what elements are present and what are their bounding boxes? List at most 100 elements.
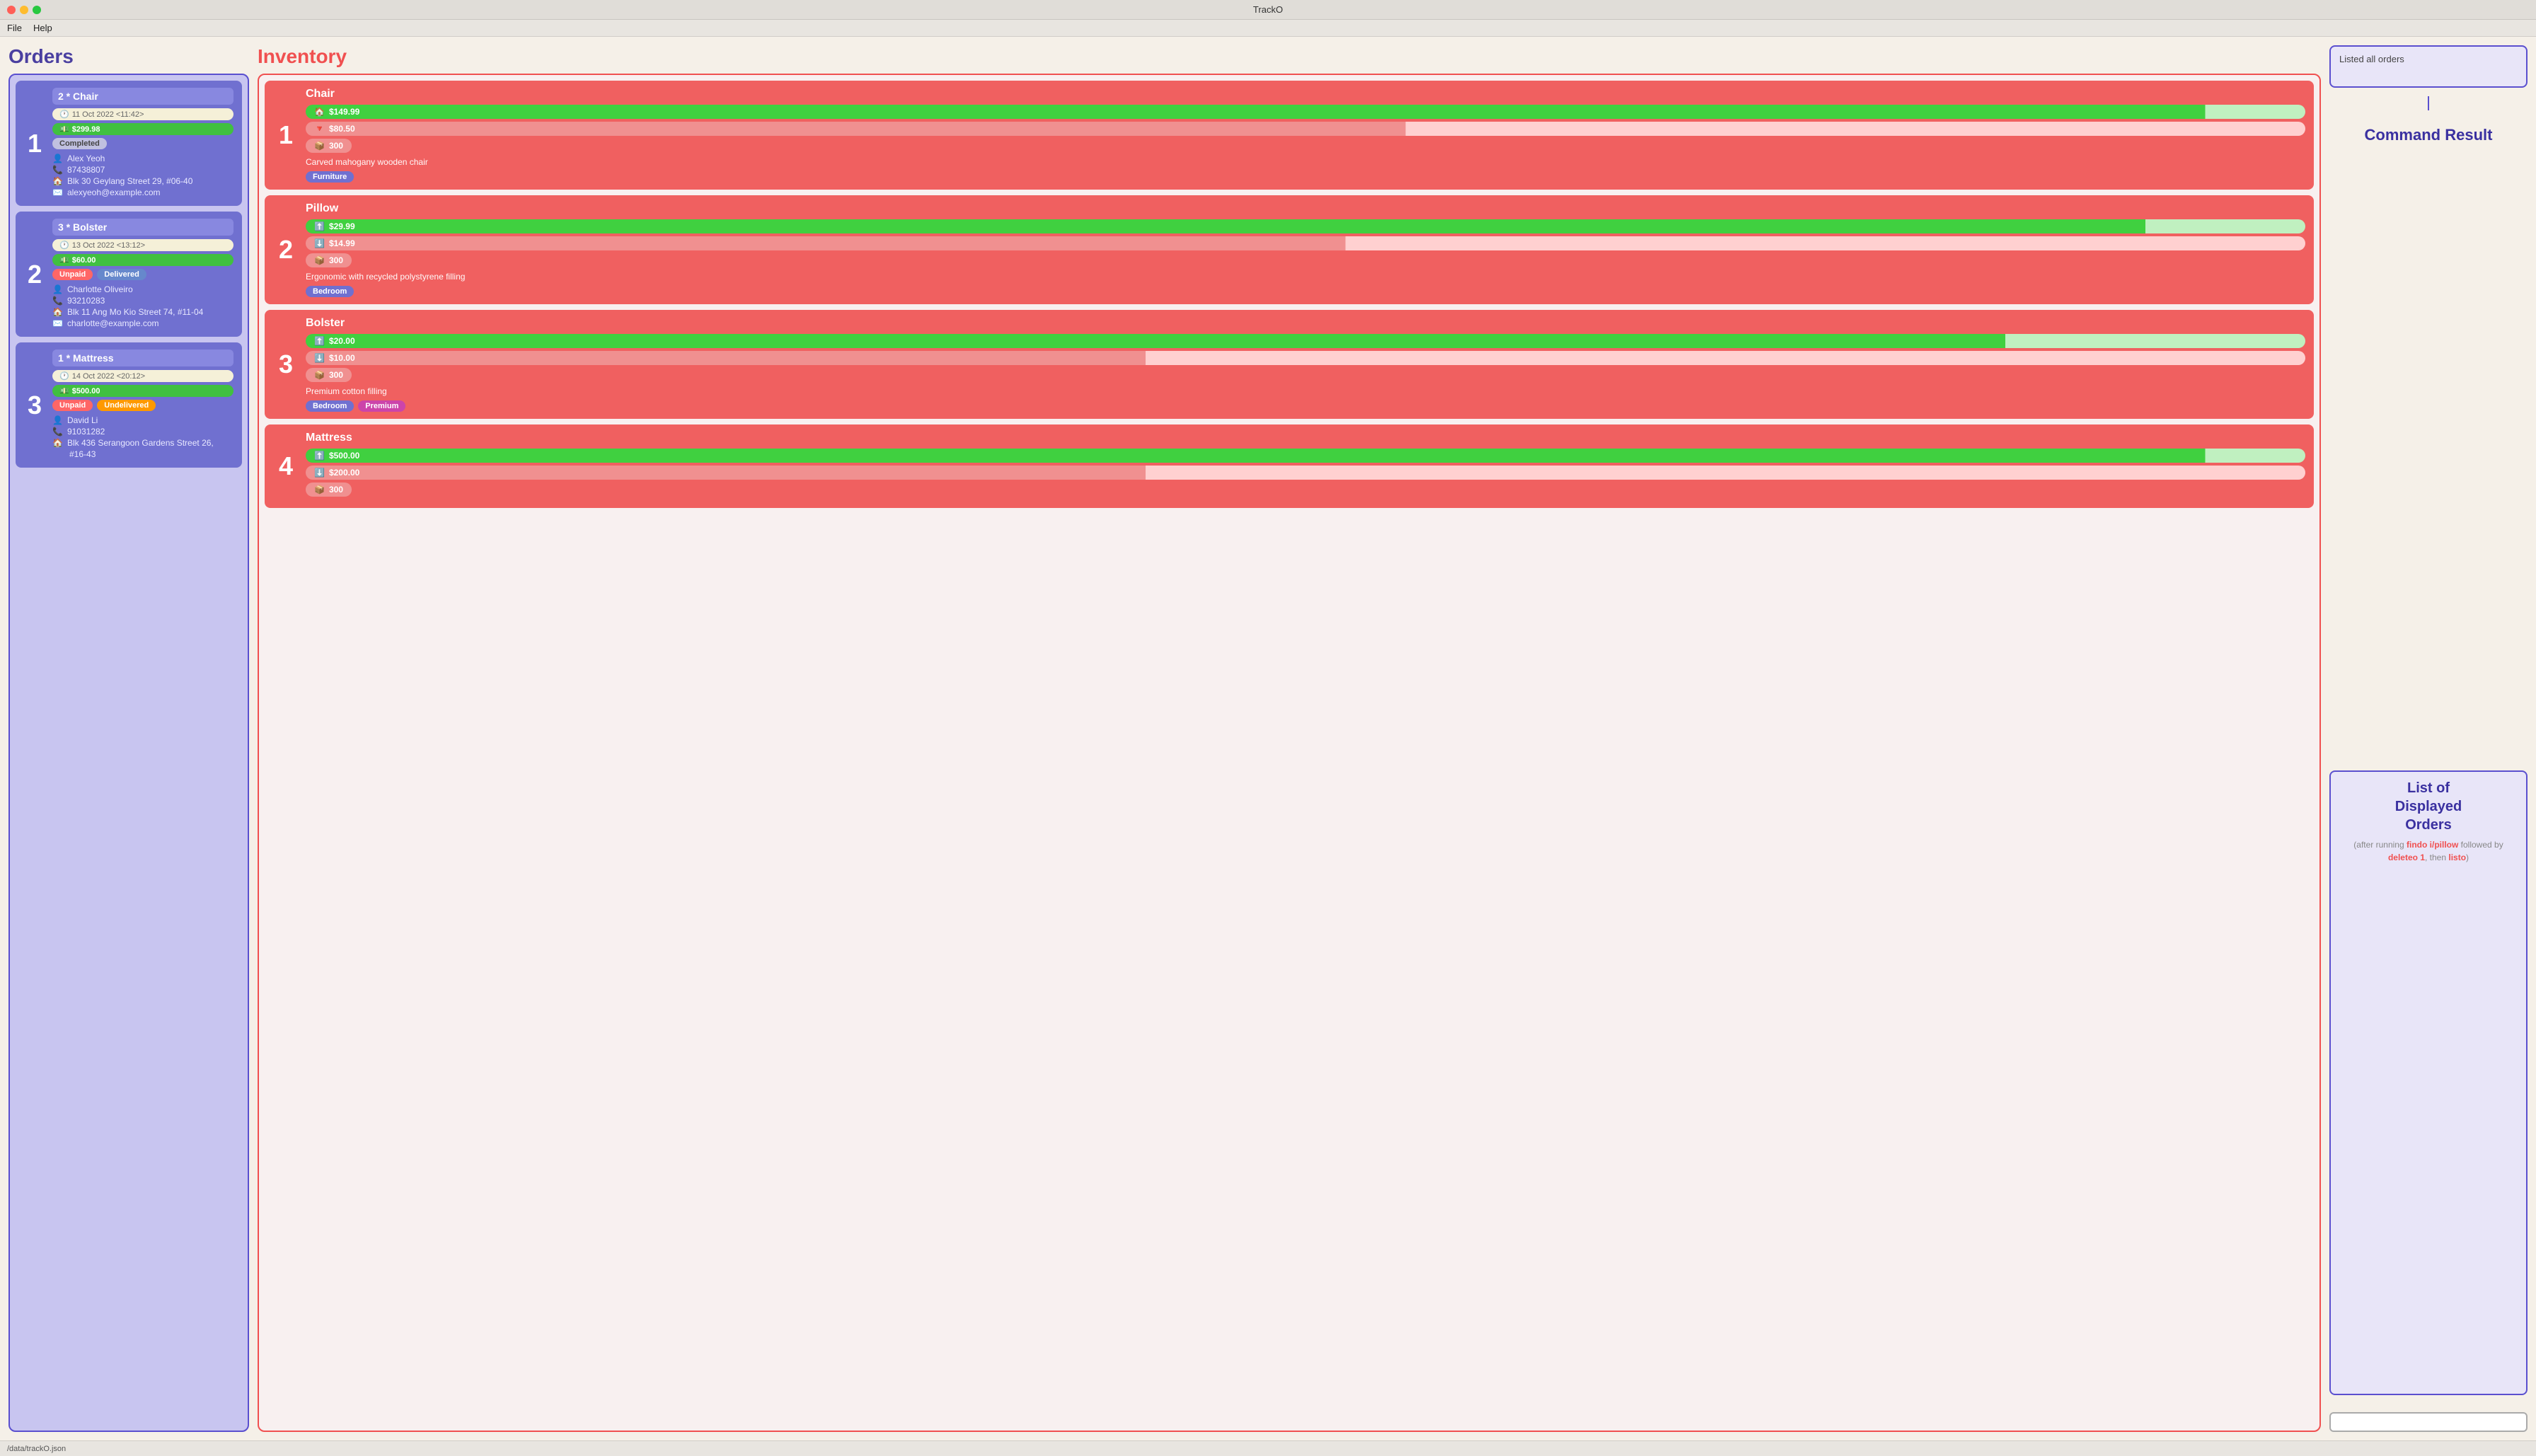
- inv-tag-bedroom-3: Bedroom: [306, 400, 354, 412]
- email-icon: ✉️: [52, 187, 63, 197]
- order-address-1: 🏠 Blk 30 Geylang Street 29, #06-40: [52, 176, 234, 186]
- inv-tags-1: Furniture: [306, 171, 2305, 183]
- inv-desc-2: Ergonomic with recycled polystyrene fill…: [306, 272, 2305, 282]
- titlebar: TrackO: [0, 0, 2536, 20]
- person-icon-3: 👤: [52, 415, 63, 425]
- status-unpaid-2: Unpaid: [52, 269, 93, 280]
- inv-item-3[interactable]: 3 Bolster ⬆️ $20.00 ⬇️ $10.00 📦 300: [265, 310, 2314, 419]
- inv-number-3: 3: [273, 317, 299, 412]
- close-button[interactable]: [7, 6, 16, 14]
- inv-sell-price-4: ⬆️ $500.00: [306, 449, 2305, 463]
- menu-help[interactable]: Help: [33, 23, 52, 33]
- statusbar-text: /data/trackO.json: [7, 1445, 66, 1453]
- down-arrow-icon-4: ⬇️: [314, 468, 325, 478]
- inv-stock-1: 📦 300: [306, 139, 352, 153]
- inv-item-1[interactable]: 1 Chair 🏠 $149.99 🔻 $80.50 📦 300: [265, 81, 2314, 190]
- order-phone-1: 📞 87438807: [52, 165, 234, 175]
- order-item-2[interactable]: 2 3 * Bolster 🕐 13 Oct 2022 <13:12> 💵 $6…: [16, 212, 242, 337]
- down-arrow-icon-3: ⬇️: [314, 353, 325, 363]
- order-item-3[interactable]: 3 1 * Mattress 🕐 14 Oct 2022 <20:12> 💵 $…: [16, 342, 242, 468]
- order-number-3: 3: [24, 349, 45, 461]
- orders-list: 1 2 * Chair 🕐 11 Oct 2022 <11:42> 💵 $299…: [8, 74, 249, 1432]
- status-undelivered-3: Undelivered: [97, 400, 156, 411]
- inv-item-4[interactable]: 4 Mattress ⬆️ $500.00 ⬇️ $200.00 📦 300: [265, 424, 2314, 508]
- inv-tag-premium-3: Premium: [358, 400, 405, 412]
- person-icon-2: 👤: [52, 284, 63, 294]
- cmd-findo: findo i/pillow: [2407, 840, 2458, 850]
- inv-buy-price-2: ⬇️ $14.99: [306, 236, 2305, 250]
- inv-stock-4: 📦 300: [306, 483, 352, 497]
- inv-desc-3: Premium cotton filling: [306, 386, 2305, 396]
- orders-panel: Orders 1 2 * Chair 🕐 11 Oct 2022 <11:42>…: [8, 45, 249, 1432]
- inv-details-1: Chair 🏠 $149.99 🔻 $80.50 📦 300 Carved ma…: [306, 88, 2305, 183]
- orders-title: Orders: [8, 45, 249, 68]
- box-icon-3: 📦: [314, 370, 325, 380]
- cmd-listo: listo: [2448, 853, 2466, 862]
- command-result-title: Command Result: [2329, 126, 2528, 144]
- command-desc-box: List ofDisplayedOrders (after running fi…: [2329, 770, 2528, 1395]
- inv-tags-2: Bedroom: [306, 286, 2305, 297]
- home-icon-3: 🏠: [52, 438, 63, 448]
- order-status-row-1: Completed: [52, 138, 234, 149]
- inv-item-2[interactable]: 2 Pillow ⬆️ $29.99 ⬇️ $14.99 📦 300: [265, 195, 2314, 304]
- inv-desc-1: Carved mahogany wooden chair: [306, 157, 2305, 167]
- order-item-1[interactable]: 1 2 * Chair 🕐 11 Oct 2022 <11:42> 💵 $299…: [16, 81, 242, 206]
- spacer2: [2329, 1401, 2528, 1406]
- cmd-deleteo: deleteo 1: [2388, 853, 2425, 862]
- box-icon-1: 📦: [314, 141, 325, 151]
- inv-tag-furniture: Furniture: [306, 171, 354, 183]
- maximize-button[interactable]: [33, 6, 41, 14]
- inv-sell-price-1: 🏠 $149.99: [306, 105, 2305, 119]
- list-displayed-title: List ofDisplayedOrders: [2339, 779, 2518, 834]
- command-panel: Listed all orders Command Result List of…: [2329, 45, 2528, 1432]
- order-phone-3: 📞 91031282: [52, 427, 234, 437]
- home-icon: 🏠: [52, 176, 63, 186]
- minimize-button[interactable]: [20, 6, 28, 14]
- inv-number-1: 1: [273, 88, 299, 183]
- order-price-2: 💵 $60.00: [52, 254, 234, 266]
- order-name-2: 👤 Charlotte Oliveiro: [52, 284, 234, 294]
- spacer: [2329, 157, 2528, 765]
- list-displayed-sub: (after running findo i/pillow followed b…: [2339, 838, 2518, 864]
- order-email-1: ✉️ alexyeoh@example.com: [52, 187, 234, 197]
- status-delivered-2: Delivered: [97, 269, 146, 280]
- inv-stock-2: 📦 300: [306, 253, 352, 267]
- phone-icon-2: 📞: [52, 296, 63, 306]
- order-status-row-3: Unpaid Undelivered: [52, 400, 234, 411]
- order-title-2: 3 * Bolster: [52, 219, 234, 236]
- order-name-3: 👤 David Li: [52, 415, 234, 425]
- clock-icon: 🕐: [59, 110, 69, 119]
- inv-stock-3: 📦 300: [306, 368, 352, 382]
- command-result-box: Listed all orders: [2329, 45, 2528, 88]
- order-phone-2: 📞 93210283: [52, 296, 234, 306]
- box-icon-4: 📦: [314, 485, 325, 495]
- order-price-3: 💵 $500.00: [52, 385, 234, 397]
- inv-title-2: Pillow: [306, 202, 2305, 215]
- order-address-3: 🏠 Blk 436 Serangoon Gardens Street 26,: [52, 438, 234, 448]
- order-name-1: 👤 Alex Yeoh: [52, 154, 234, 163]
- inventory-list: 1 Chair 🏠 $149.99 🔻 $80.50 📦 300: [258, 74, 2321, 1432]
- money-icon-3: 💵: [59, 386, 69, 395]
- order-date-3: 🕐 14 Oct 2022 <20:12>: [52, 370, 234, 382]
- statusbar: /data/trackO.json: [0, 1440, 2536, 1456]
- up-arrow-icon-4: ⬆️: [314, 451, 325, 461]
- person-icon: 👤: [52, 154, 63, 163]
- order-title-1: 2 * Chair: [52, 88, 234, 105]
- inv-title-4: Mattress: [306, 432, 2305, 444]
- order-address3-line2: #16-43: [52, 449, 234, 459]
- inv-sell-price-2: ⬆️ $29.99: [306, 219, 2305, 233]
- menu-file[interactable]: File: [7, 23, 22, 33]
- inv-buy-price-1: 🔻 $80.50: [306, 122, 2305, 136]
- clock-icon-2: 🕐: [59, 241, 69, 250]
- command-input[interactable]: [2329, 1412, 2528, 1432]
- connection-line: [2329, 93, 2528, 113]
- money-icon-2: 💵: [59, 255, 69, 265]
- vertical-line: [2428, 96, 2429, 110]
- order-number-1: 1: [24, 88, 45, 199]
- inv-number-2: 2: [273, 202, 299, 297]
- inv-tags-3: Bedroom Premium: [306, 400, 2305, 412]
- order-details-3: 1 * Mattress 🕐 14 Oct 2022 <20:12> 💵 $50…: [52, 349, 234, 461]
- order-date-2: 🕐 13 Oct 2022 <13:12>: [52, 239, 234, 251]
- inv-details-3: Bolster ⬆️ $20.00 ⬇️ $10.00 📦 300 Premiu…: [306, 317, 2305, 412]
- menubar: File Help: [0, 20, 2536, 37]
